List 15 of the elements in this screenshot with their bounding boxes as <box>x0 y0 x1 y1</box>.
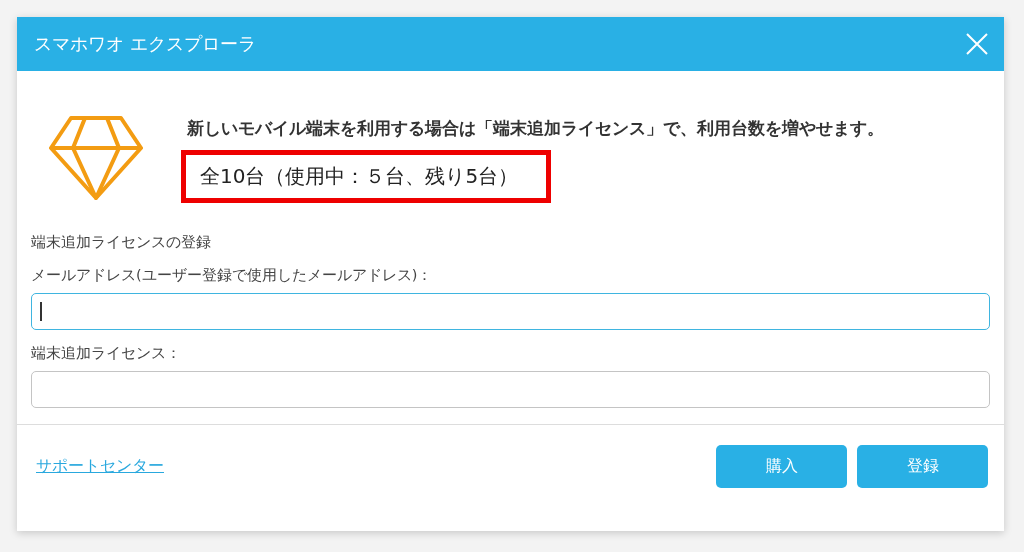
section-title: 端末追加ライセンスの登録 <box>31 233 212 252</box>
input-field[interactable] <box>31 371 990 408</box>
input-field[interactable] <box>31 293 990 330</box>
text-cursor <box>40 302 42 321</box>
purchase-button[interactable]: 購入 <box>716 445 847 488</box>
diamond-icon <box>49 115 143 201</box>
close-icon <box>964 31 990 57</box>
support-link[interactable]: サポートセンター <box>36 456 164 477</box>
window-title: スマホワオ エクスプローラ <box>34 32 256 56</box>
field-label: メールアドレス(ユーザー登録で使用したメールアドレス)： <box>31 266 434 285</box>
register-button[interactable]: 登録 <box>857 445 988 488</box>
license-message: 新しいモバイル端末を利用する場合は「端末追加ライセンス」で、利用台数を増やせます。 <box>187 117 885 140</box>
field-label: 端末追加ライセンス： <box>31 344 182 363</box>
close-button[interactable] <box>964 31 990 57</box>
device-count: 全10台（使用中：５台、残り5台） <box>181 150 552 203</box>
